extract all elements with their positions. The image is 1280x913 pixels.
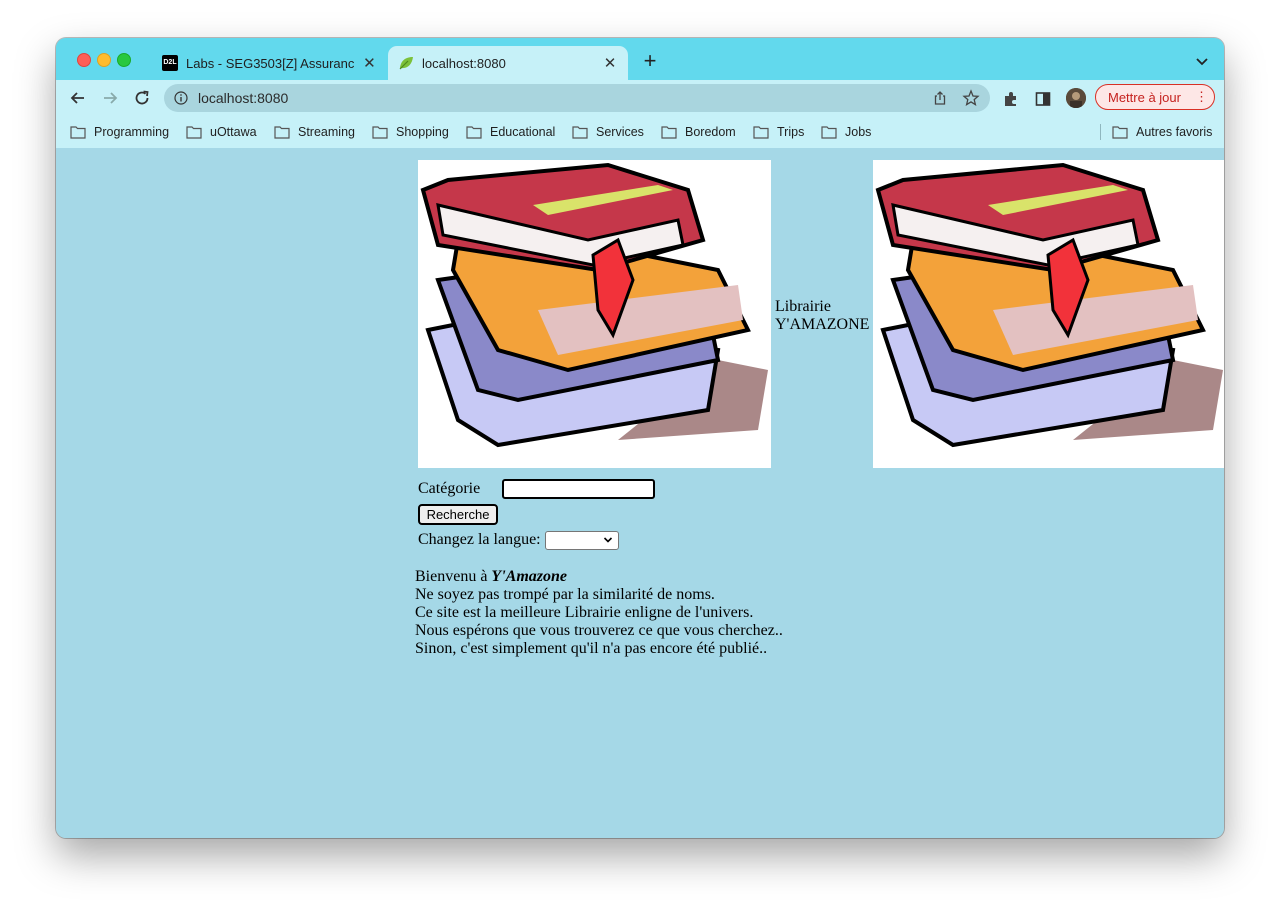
language-select[interactable] xyxy=(545,531,619,550)
chevron-down-icon xyxy=(603,537,613,543)
language-label: Changez la langue: xyxy=(418,531,541,548)
leaf-icon xyxy=(399,57,413,70)
side-panel-icon[interactable] xyxy=(1034,90,1052,108)
folder-icon xyxy=(1112,126,1128,139)
folder-icon xyxy=(70,126,86,139)
tab-strip: D2L Labs - SEG3503[Z] Assurance ✕ localh… xyxy=(56,38,1224,80)
extensions-icon[interactable] xyxy=(1002,90,1020,108)
welcome-brand: Y'Amazone xyxy=(491,568,567,585)
bookmark-folder-educational[interactable]: Educational xyxy=(466,122,555,142)
close-window-button[interactable] xyxy=(77,53,91,67)
share-icon[interactable] xyxy=(932,90,948,106)
info-icon[interactable] xyxy=(174,91,188,105)
browser-window: D2L Labs - SEG3503[Z] Assurance ✕ localh… xyxy=(56,38,1224,838)
bookmark-folder-streaming[interactable]: Streaming xyxy=(274,122,355,142)
toolbar: localhost:8080 Mettre à jour ⋮ xyxy=(56,80,1224,116)
folder-icon xyxy=(661,126,677,139)
bookmark-label: Boredom xyxy=(685,125,736,139)
welcome-line: Nous espérons que vous trouverez ce que … xyxy=(415,622,783,639)
site-brand: Librairie Y'AMAZONE xyxy=(775,298,869,334)
folder-icon xyxy=(821,126,837,139)
bookmark-label: Autres favoris xyxy=(1136,125,1213,139)
bookmark-label: Services xyxy=(596,125,644,139)
bookmark-label: Programming xyxy=(94,125,170,139)
folder-icon xyxy=(466,126,482,139)
more-menu-icon[interactable]: ⋮ xyxy=(1195,89,1208,105)
books-image-left xyxy=(418,160,771,468)
bookmarks-bar: Programming uOttawa Streaming Shopping E… xyxy=(56,116,1224,148)
close-tab-icon[interactable]: ✕ xyxy=(602,54,618,72)
update-button[interactable]: Mettre à jour ⋮ xyxy=(1095,84,1215,110)
bookmark-label: Trips xyxy=(777,125,805,139)
tab-title: Labs - SEG3503[Z] Assurance xyxy=(186,55,354,71)
welcome-text: Bienvenu à Y'Amazone Ne soyez pas trompé… xyxy=(415,568,783,658)
bookmark-label: Educational xyxy=(490,125,556,139)
bookmark-folder-boredom[interactable]: Boredom xyxy=(661,122,736,142)
close-tab-icon[interactable]: ✕ xyxy=(362,54,377,72)
folder-icon xyxy=(753,126,769,139)
bookmark-star-icon[interactable] xyxy=(962,89,980,107)
bookmark-folder-programming[interactable]: Programming xyxy=(70,122,169,142)
bookmark-label: Jobs xyxy=(845,125,872,139)
welcome-line: Sinon, c'est simplement qu'il n'a pas en… xyxy=(415,640,768,657)
bookmark-folder-jobs[interactable]: Jobs xyxy=(821,122,871,142)
welcome-prefix: Bienvenu à xyxy=(415,568,488,585)
folder-icon xyxy=(572,126,588,139)
avatar-icon xyxy=(1066,88,1086,108)
update-label: Mettre à jour xyxy=(1108,89,1181,105)
maximize-window-button[interactable] xyxy=(117,53,131,67)
new-tab-button[interactable]: + xyxy=(640,50,660,72)
minimize-window-button[interactable] xyxy=(97,53,111,67)
books-clipart-icon xyxy=(875,162,1223,448)
tab-d2l-labs[interactable]: D2L Labs - SEG3503[Z] Assurance ✕ xyxy=(152,46,387,80)
welcome-line: Bienvenu à Y'Amazone xyxy=(415,568,783,586)
search-button[interactable]: Recherche xyxy=(418,504,498,525)
bookmark-label: Shopping xyxy=(396,125,449,139)
category-label: Catégorie xyxy=(418,480,481,497)
books-clipart-icon xyxy=(420,162,768,448)
reload-icon[interactable] xyxy=(132,88,152,108)
folder-icon xyxy=(186,126,202,139)
tab-localhost[interactable]: localhost:8080 ✕ xyxy=(388,46,628,80)
category-input[interactable] xyxy=(502,479,655,499)
bookmark-label: Streaming xyxy=(298,125,355,139)
bookmarks-divider xyxy=(1100,124,1101,140)
chevron-down-icon[interactable] xyxy=(1194,53,1210,69)
tab-title: localhost:8080 xyxy=(422,55,506,71)
brand-line1: Librairie xyxy=(775,298,831,315)
forward-icon[interactable] xyxy=(100,88,120,108)
profile-avatar[interactable] xyxy=(1066,88,1086,108)
bookmark-label: uOttawa xyxy=(210,125,257,139)
page-content: Librairie Y'AMAZONE Catégorie Recherche … xyxy=(56,148,1224,838)
brand-line2: Y'AMAZONE xyxy=(775,316,870,333)
folder-icon xyxy=(274,126,290,139)
address-bar[interactable]: localhost:8080 xyxy=(164,84,990,112)
welcome-line: Ne soyez pas trompé par la similarité de… xyxy=(415,586,715,603)
url-text: localhost:8080 xyxy=(198,90,289,106)
bookmark-folder-other[interactable]: Autres favoris xyxy=(1112,122,1212,142)
books-image-right xyxy=(873,160,1224,468)
bookmark-folder-shopping[interactable]: Shopping xyxy=(372,122,449,142)
back-icon[interactable] xyxy=(68,88,88,108)
bookmark-folder-trips[interactable]: Trips xyxy=(753,122,804,142)
bookmark-folder-uottawa[interactable]: uOttawa xyxy=(186,122,257,142)
bookmark-folder-services[interactable]: Services xyxy=(572,122,644,142)
welcome-line: Ce site est la meilleure Librairie enlig… xyxy=(415,604,754,621)
folder-icon xyxy=(372,126,388,139)
d2l-icon: D2L xyxy=(162,55,178,71)
